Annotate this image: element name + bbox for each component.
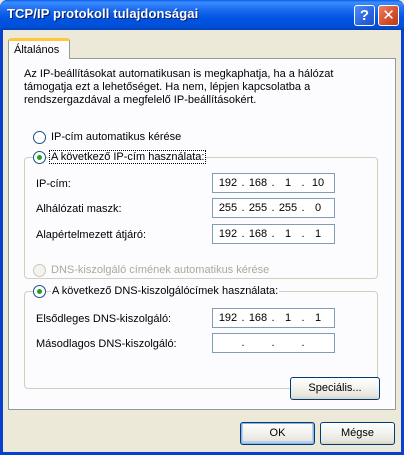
tab-general[interactable]: Általános	[8, 38, 70, 59]
window-title: TCP/IP protokoll tulajdonságai	[7, 6, 199, 21]
title-bar[interactable]: TCP/IP protokoll tulajdonságai ? ✕	[0, 0, 404, 30]
window-frame	[0, 30, 404, 455]
close-button[interactable]: ✕	[378, 5, 399, 26]
help-button[interactable]: ?	[354, 5, 375, 26]
dialog-window: TCP/IP protokoll tulajdonságai ? ✕ Által…	[0, 0, 404, 455]
